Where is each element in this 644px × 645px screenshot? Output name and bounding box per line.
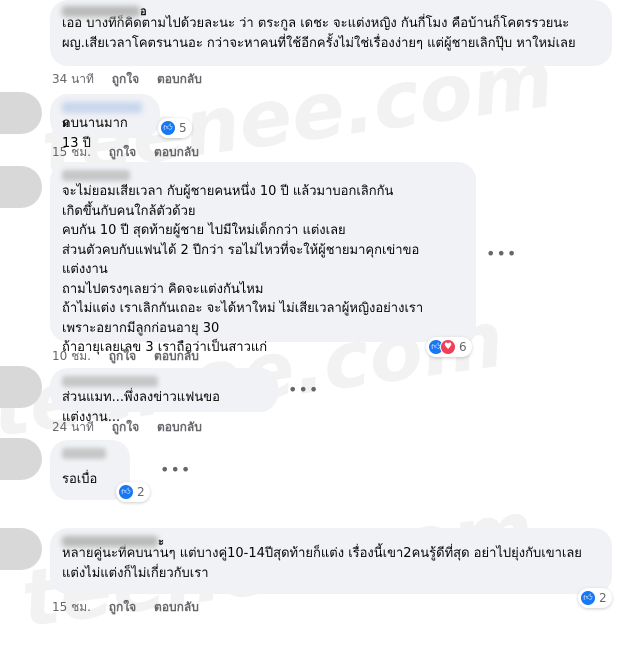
reply-action[interactable]: ตอบกลับ <box>154 145 199 159</box>
like-action[interactable]: ถูกใจ <box>109 145 136 159</box>
reaction-summary[interactable]: 👍︎ 5 <box>158 118 192 138</box>
avatar[interactable] <box>0 166 42 208</box>
like-icon: 👍︎ <box>580 590 596 606</box>
comment-actions: 15 ชม. ถูกใจ ตอบกลับ <box>52 143 213 162</box>
reply-action[interactable]: ตอบกลับ <box>154 349 199 363</box>
comment-text: หลายคู่นะที่คบนานๆ แต่บางคู่10-14ปีสุดท้… <box>62 546 582 581</box>
comment-bubble: จะไม่ยอมเสียเวลา กับผู้ชายคนหนึ่ง 10 ปี … <box>50 162 476 355</box>
comment-author[interactable] <box>62 446 106 460</box>
comment-bubble: ส่วนแมท...พึ่งลงข่าวแฟนขอแต่งงาน... <box>50 368 278 425</box>
like-action[interactable]: ถูกใจ <box>112 420 139 434</box>
comment-actions: 15 ชม. ถูกใจ ตอบกลับ <box>52 598 213 617</box>
reaction-count: 5 <box>179 121 187 135</box>
comment-actions: 24 นาที ถูกใจ ตอบกลับ <box>52 418 216 437</box>
reply-action[interactable]: ตอบกลับ <box>157 420 202 434</box>
comment-bubble: ะ หลายคู่นะที่คบนานๆ แต่บางคู่10-14ปีสุด… <box>50 528 612 594</box>
more-options-icon[interactable]: ••• <box>288 380 319 399</box>
reaction-count: 2 <box>137 485 145 499</box>
comment-timestamp[interactable]: 10 ชม. <box>52 349 91 363</box>
comment-text: รอเบื่อ <box>62 472 98 487</box>
comment-timestamp[interactable]: 34 นาที <box>52 72 94 86</box>
love-icon: ♥ <box>440 339 456 355</box>
reply-action[interactable]: ตอบกลับ <box>157 72 202 86</box>
comment-timestamp[interactable]: 15 ชม. <box>52 145 91 159</box>
like-icon: 👍︎ <box>160 120 176 136</box>
like-action[interactable]: ถูกใจ <box>112 72 139 86</box>
avatar[interactable] <box>0 438 42 480</box>
comment-author[interactable]: ม <box>62 100 148 130</box>
comment-author[interactable] <box>62 374 266 388</box>
reaction-summary[interactable]: 👍︎ ♥ 6 <box>426 337 472 357</box>
reaction-count: 6 <box>459 340 467 354</box>
comment-actions: 10 ชม. ถูกใจ ตอบกลับ <box>52 347 213 366</box>
comment-actions: 34 นาที ถูกใจ ตอบกลับ <box>52 70 216 89</box>
comment-bubble: ม คบนานมาก 13 ปี <box>50 94 160 151</box>
avatar[interactable] <box>0 528 42 570</box>
reaction-summary[interactable]: 👍︎ 2 <box>116 482 150 502</box>
more-options-icon[interactable]: ••• <box>160 460 191 479</box>
comment-bubble: อ เออ บางทีก็คิดตามไปด้วยละนะ ว่า ตระกูล… <box>50 0 612 66</box>
comment-timestamp[interactable]: 15 ชม. <box>52 600 91 614</box>
reply-action[interactable]: ตอบกลับ <box>154 600 199 614</box>
comment-author[interactable]: อ <box>62 2 600 18</box>
like-action[interactable]: ถูกใจ <box>109 349 136 363</box>
comment-author[interactable] <box>62 168 464 182</box>
avatar[interactable] <box>0 366 42 408</box>
more-options-icon[interactable]: ••• <box>486 244 517 263</box>
like-icon: 👍︎ <box>118 484 134 500</box>
comment-author[interactable]: ะ <box>62 532 600 548</box>
like-action[interactable]: ถูกใจ <box>109 600 136 614</box>
reaction-summary[interactable]: 👍︎ 2 <box>578 588 612 608</box>
comment-text: จะไม่ยอมเสียเวลา กับผู้ชายคนหนึ่ง 10 ปี … <box>62 184 424 355</box>
avatar[interactable] <box>0 92 42 134</box>
reaction-count: 2 <box>599 591 607 605</box>
comment-text: เออ บางทีก็คิดตามไปด้วยละนะ ว่า ตระกูล เ… <box>62 16 576 51</box>
comment-timestamp[interactable]: 24 นาที <box>52 420 94 434</box>
